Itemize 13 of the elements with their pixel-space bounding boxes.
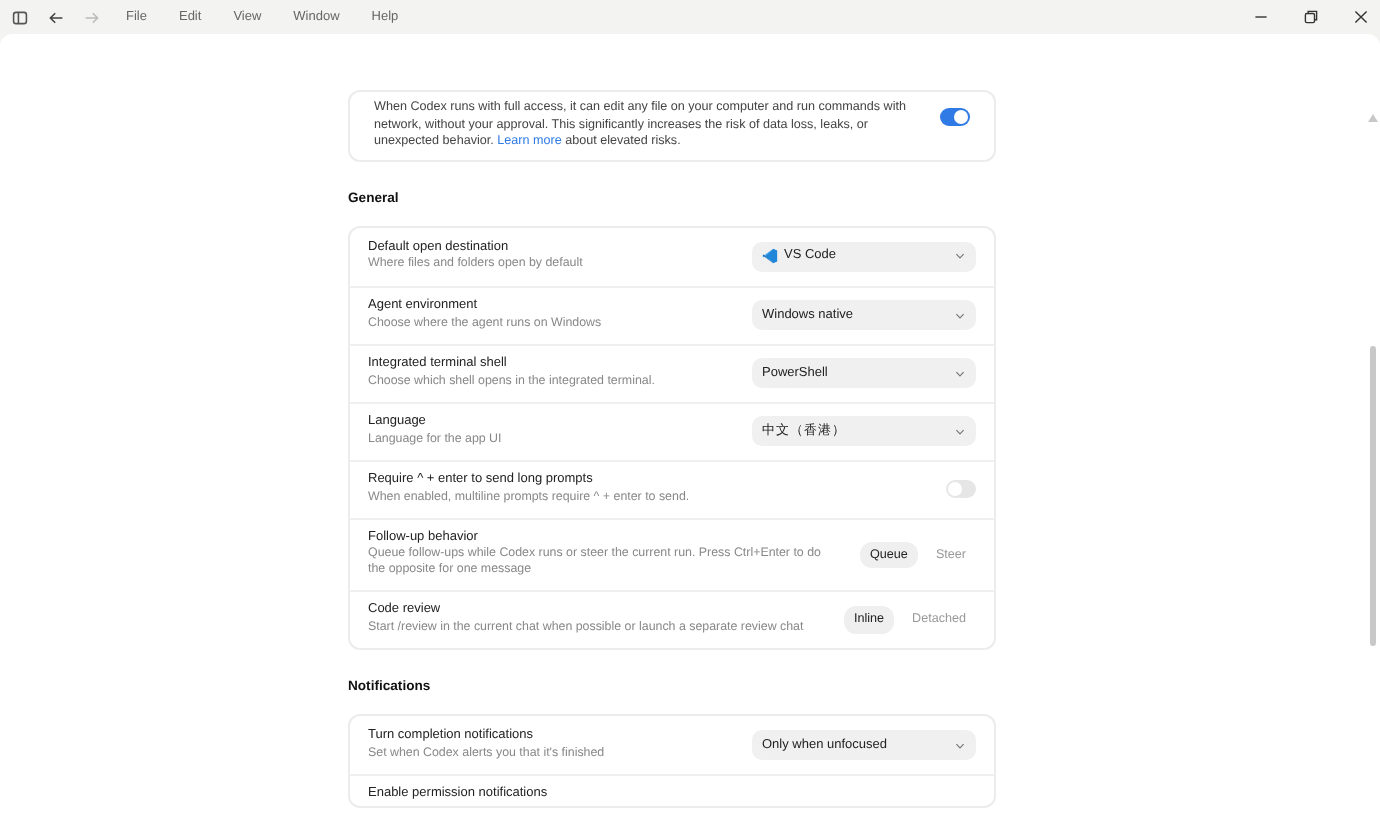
toggle-switch[interactable] [946,480,976,499]
chevron-down-icon [954,367,966,380]
chevron-down-icon [954,250,966,263]
scrollbar-thumb[interactable] [1370,346,1376,646]
chevron-down-icon [954,425,966,438]
back-arrow-icon[interactable] [48,9,64,25]
restore-icon[interactable] [1304,10,1318,24]
chevron-down-icon [954,309,966,322]
sidebar-icon[interactable] [12,9,28,25]
minimize-icon[interactable] [1254,10,1268,24]
chevron-down-icon [954,739,966,752]
toggle-switch[interactable] [940,108,970,126]
close-icon[interactable] [1354,10,1368,24]
